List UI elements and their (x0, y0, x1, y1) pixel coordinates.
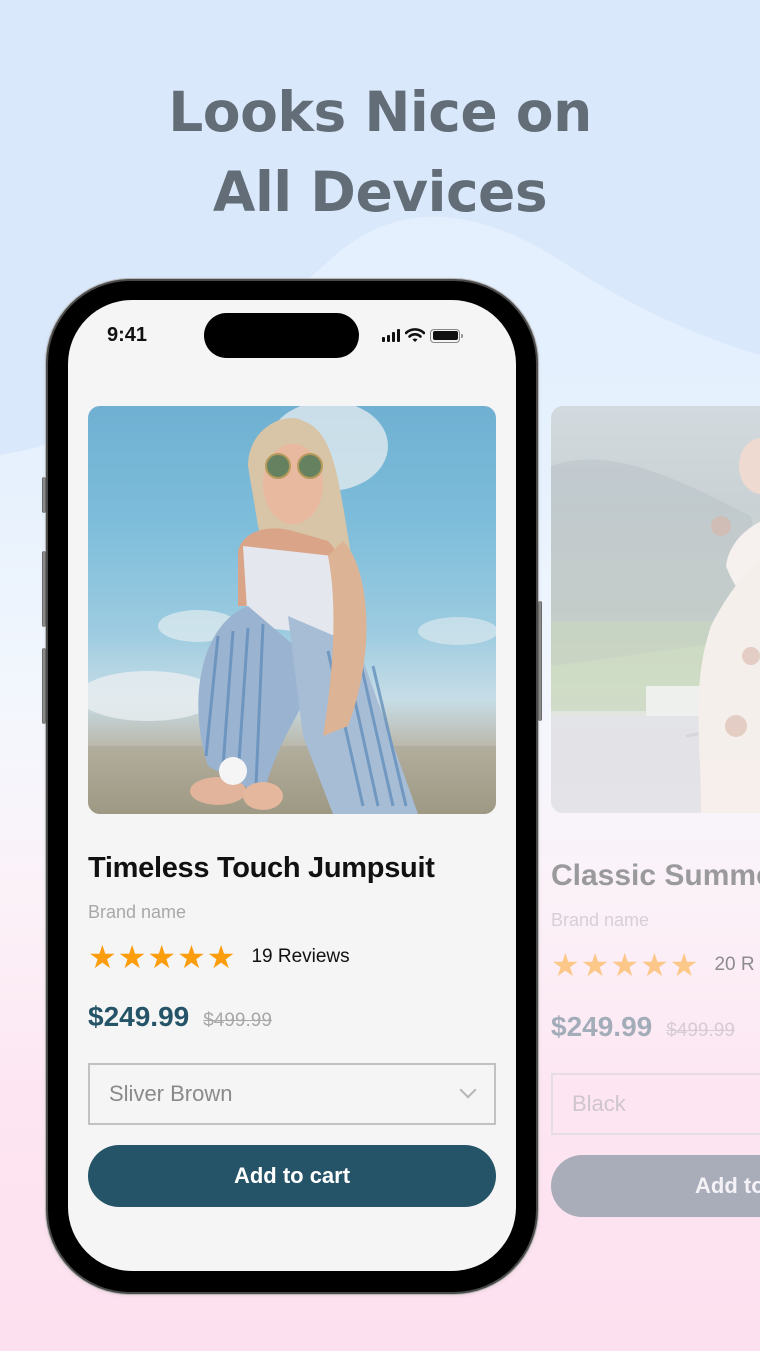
sale-price: $249.99 (88, 1001, 190, 1032)
star-icon: ★ (580, 947, 610, 983)
phone-frame: 9:41 Timeless Touch Jumpsuit Brand name … (42, 281, 542, 1292)
price-row: $249.99 $499.99 (551, 1011, 760, 1043)
product-title[interactable]: Timeless Touch Jumpsuit (88, 852, 496, 885)
product-photo-illustration (551, 438, 760, 813)
phone-screen: 9:41 Timeless Touch Jumpsuit Brand name … (68, 300, 516, 1271)
original-price: $499.99 (666, 1020, 735, 1041)
product-image[interactable] (551, 406, 760, 813)
star-rating: ★ ★ ★ ★ ★ (88, 941, 235, 973)
add-to-cart-button[interactable]: Add to cart (88, 1145, 496, 1207)
product-image[interactable] (88, 406, 496, 814)
product-title[interactable]: Classic Summe (551, 859, 760, 893)
product-card-secondary[interactable]: Classic Summe Brand name ★ ★ ★ ★ ★ 20 R … (551, 406, 760, 1217)
cellular-signal-icon (382, 329, 400, 342)
volume-up-button (42, 551, 46, 627)
chevron-down-icon (459, 1081, 477, 1099)
variant-select-value: Sliver Brown (109, 1081, 233, 1106)
reviews-link[interactable]: 19 Reviews (251, 946, 349, 968)
add-to-cart-button[interactable]: Add to (551, 1155, 760, 1217)
dynamic-island (204, 313, 359, 358)
product-rating: ★ ★ ★ ★ ★ 19 Reviews (88, 941, 496, 973)
star-icon: ★ (551, 947, 580, 983)
reviews-link[interactable]: 20 R (714, 954, 754, 976)
star-icon: ★ (669, 947, 699, 983)
original-price: $499.99 (203, 1010, 272, 1031)
star-icon: ★ (640, 947, 669, 983)
product-brand: Brand name (88, 902, 187, 922)
wifi-icon (405, 328, 425, 342)
product-photo-illustration (88, 406, 496, 814)
star-icon: ★ (117, 939, 147, 975)
star-icon: ★ (610, 947, 640, 983)
power-button (538, 601, 542, 721)
star-rating: ★ ★ ★ ★ ★ (551, 949, 698, 981)
star-icon: ★ (206, 939, 236, 975)
product-brand: Brand name (551, 910, 650, 930)
action-button (42, 477, 46, 513)
status-icons (382, 328, 463, 343)
variant-select-value: Black (572, 1091, 626, 1116)
star-icon: ★ (177, 939, 206, 975)
page-headline: Looks Nice on All Devices (0, 72, 760, 232)
status-time: 9:41 (107, 324, 148, 346)
headline-line-2: All Devices (212, 160, 548, 224)
sale-price: $249.99 (551, 1011, 653, 1042)
variant-select[interactable]: Sliver Brown (88, 1063, 496, 1125)
star-icon: ★ (88, 939, 117, 975)
battery-icon (430, 328, 463, 343)
headline-line-1: Looks Nice on (168, 80, 592, 144)
variant-select[interactable]: Black (551, 1073, 760, 1135)
star-icon: ★ (147, 939, 177, 975)
volume-down-button (42, 648, 46, 724)
product-rating: ★ ★ ★ ★ ★ 20 R (551, 949, 760, 981)
product-card[interactable]: Timeless Touch Jumpsuit Brand name ★ ★ ★… (88, 406, 496, 1207)
price-row: $249.99 $499.99 (88, 1001, 496, 1033)
